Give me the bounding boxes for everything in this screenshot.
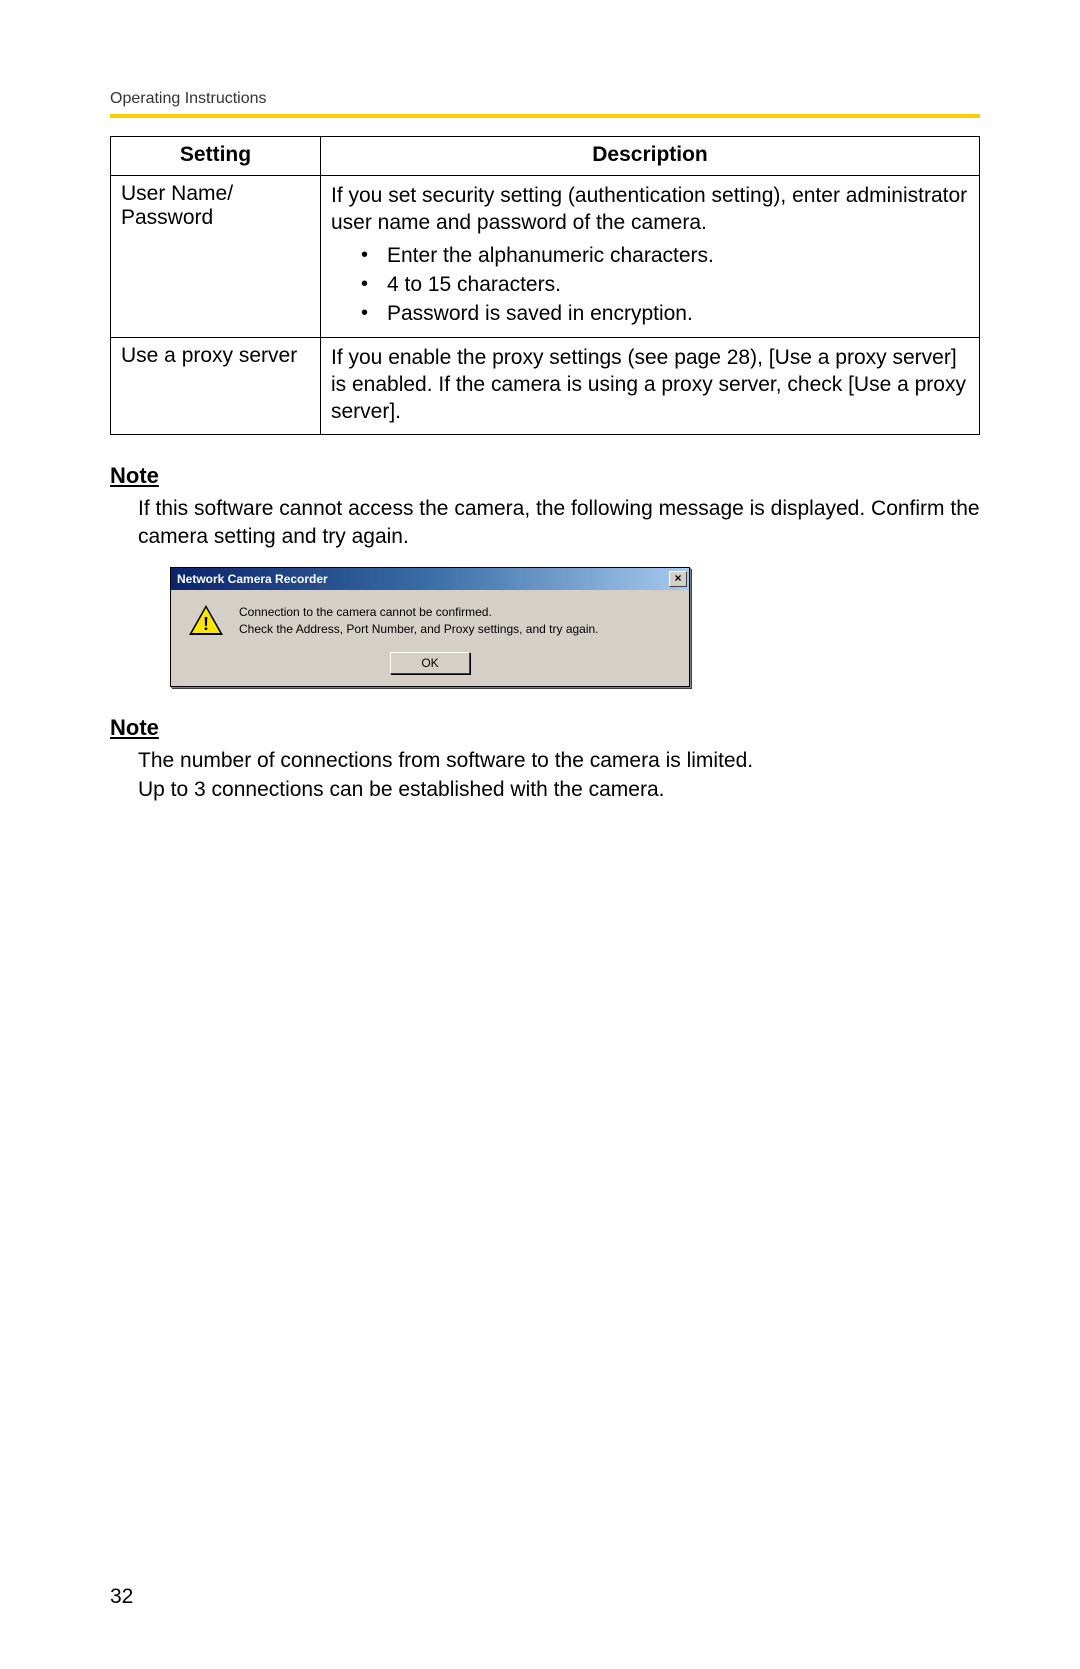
page-number: 32 <box>110 1585 133 1609</box>
col-header-setting: Setting <box>111 137 321 176</box>
dialog-title: Network Camera Recorder <box>177 572 669 586</box>
note-heading: Note <box>110 463 980 489</box>
running-header: Operating Instructions <box>110 90 980 108</box>
ok-button[interactable]: OK <box>390 652 470 674</box>
note-body: If this software cannot access the camer… <box>110 495 980 552</box>
error-dialog: Network Camera Recorder × ! Connection t… <box>170 567 690 687</box>
cell-description: If you enable the proxy settings (see pa… <box>321 337 980 434</box>
description-intro: If you set security setting (authenticat… <box>331 182 969 237</box>
dialog-message: Connection to the camera cannot be confi… <box>239 604 599 638</box>
note-body-line: The number of connections from software … <box>138 749 753 772</box>
col-header-description: Description <box>321 137 980 176</box>
table-row: User Name/ Password If you set security … <box>111 176 980 338</box>
dialog-body: ! Connection to the camera cannot be con… <box>171 590 689 648</box>
warning-icon: ! <box>189 604 223 638</box>
cell-description: If you set security setting (authenticat… <box>321 176 980 338</box>
table-row: Use a proxy server If you enable the pro… <box>111 337 980 434</box>
table-header-row: Setting Description <box>111 137 980 176</box>
dialog-message-line: Check the Address, Port Number, and Prox… <box>239 621 599 637</box>
note-heading: Note <box>110 715 980 741</box>
dialog-titlebar: Network Camera Recorder × <box>171 568 689 590</box>
header-rule <box>110 114 980 118</box>
description-bullets: Enter the alphanumeric characters. 4 to … <box>331 241 969 329</box>
dialog-message-line: Connection to the camera cannot be confi… <box>239 604 599 620</box>
note-body: The number of connections from software … <box>110 747 980 804</box>
list-item: 4 to 15 characters. <box>361 270 969 299</box>
note-body-line: Up to 3 connections can be established w… <box>138 778 664 801</box>
description-intro: If you enable the proxy settings (see pa… <box>331 344 969 426</box>
close-icon[interactable]: × <box>669 571 687 587</box>
list-item: Password is saved in encryption. <box>361 299 969 328</box>
cell-setting: Use a proxy server <box>111 337 321 434</box>
dialog-button-row: OK <box>171 648 689 686</box>
settings-table: Setting Description User Name/ Password … <box>110 136 980 435</box>
list-item: Enter the alphanumeric characters. <box>361 241 969 270</box>
cell-setting: User Name/ Password <box>111 176 321 338</box>
